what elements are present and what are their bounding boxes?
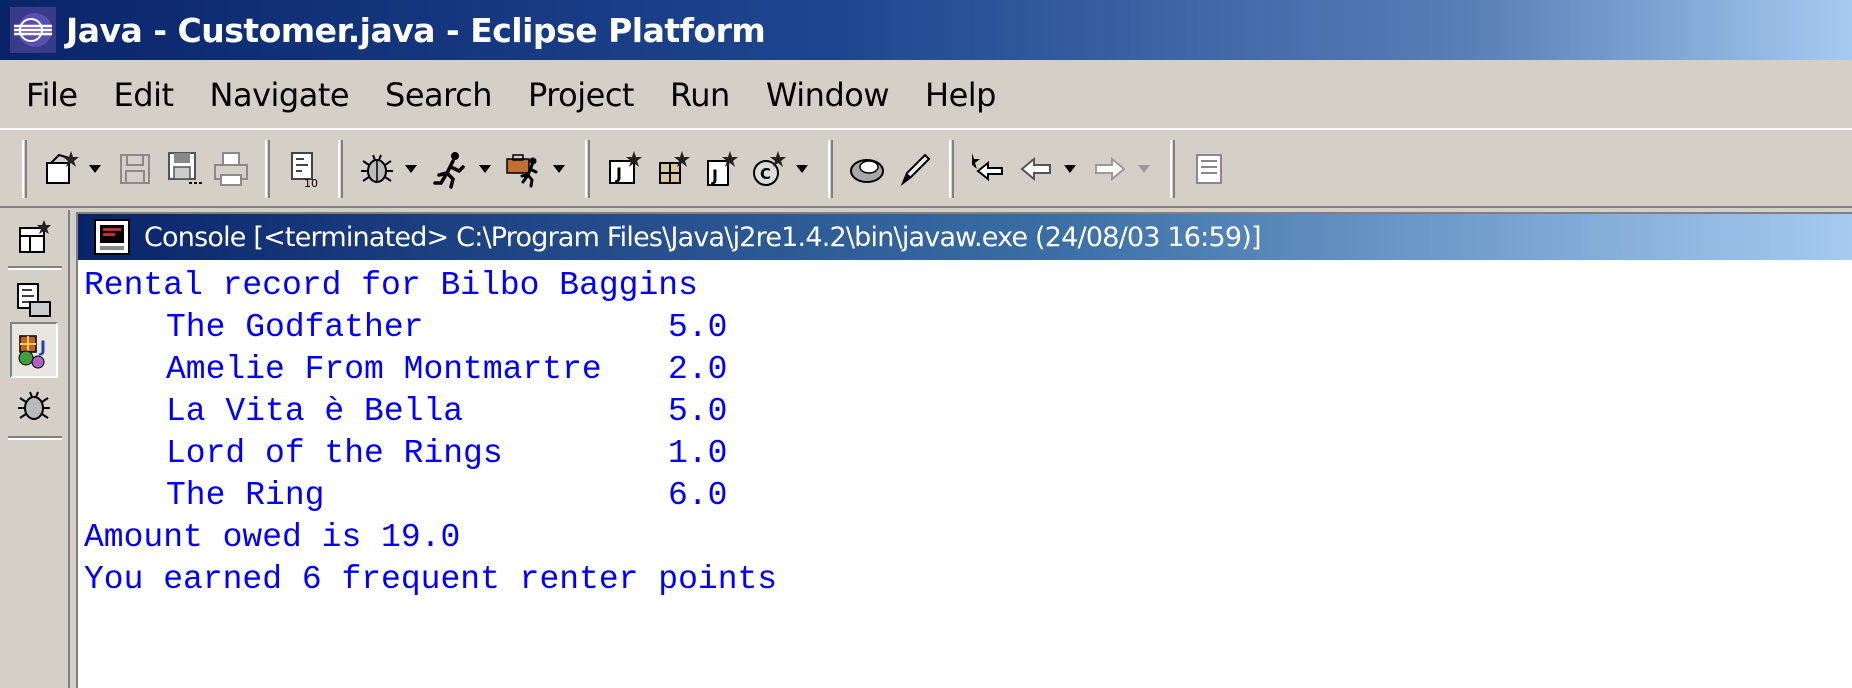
console-title: Console [<terminated> C:\Program Files\J…	[144, 221, 1262, 253]
svg-text:J: J	[39, 337, 46, 356]
perspective-bar: J	[0, 210, 70, 688]
new-package-icon[interactable]	[651, 146, 693, 192]
new-project-icon[interactable]: J	[603, 146, 645, 192]
rental-title: La Vita è Bella	[166, 393, 464, 430]
rental-title: The Ring	[166, 477, 325, 514]
new-class-dropdown-arrow[interactable]	[792, 146, 812, 192]
forward-icon[interactable]	[1089, 146, 1131, 192]
back-dropdown-arrow[interactable]	[1060, 146, 1080, 192]
toolbar-separator	[828, 140, 833, 198]
svg-text:J: J	[711, 166, 718, 185]
console-output[interactable]: Rental record for Bilbo Baggins The Godf…	[84, 260, 1852, 688]
toolbar-separator	[338, 140, 343, 198]
debug-perspective-icon[interactable]	[10, 380, 58, 432]
rental-title: Amelie From Montmartre	[166, 351, 602, 388]
forward-dropdown-arrow[interactable]	[1134, 146, 1154, 192]
save-icon[interactable]	[114, 146, 156, 192]
edit-pencil-icon[interactable]	[894, 146, 936, 192]
perspective-separator	[8, 266, 62, 270]
console-icon	[94, 219, 130, 255]
run-dropdown-arrow[interactable]	[475, 146, 495, 192]
rental-amount: 5.0	[668, 309, 728, 346]
search-icon[interactable]	[846, 146, 888, 192]
resource-perspective-icon[interactable]	[10, 274, 58, 326]
rental-amount: 2.0	[668, 351, 728, 388]
svg-text:J: J	[615, 164, 622, 183]
back-icon[interactable]	[1015, 146, 1057, 192]
external-tools-dropdown-arrow[interactable]	[549, 146, 569, 192]
main-toolbar: 10 J J C	[0, 132, 1852, 208]
debug-icon[interactable]	[356, 146, 398, 192]
new-interface-icon[interactable]: J	[699, 146, 741, 192]
rental-amount: 6.0	[668, 477, 728, 514]
menu-project[interactable]: Project	[510, 76, 652, 114]
toolbar-separator	[22, 140, 27, 198]
title-bar[interactable]: Java - Customer.java - Eclipse Platform	[0, 0, 1852, 60]
perspective-icon[interactable]	[1188, 146, 1230, 192]
open-type-icon[interactable]: 10	[283, 146, 325, 192]
console-line-amount-owed: Amount owed is 19.0	[84, 519, 461, 556]
menu-file[interactable]: File	[8, 76, 96, 114]
rental-amount: 5.0	[668, 393, 728, 430]
new-class-icon[interactable]: C	[747, 146, 789, 192]
console-line-renter-points: You earned 6 frequent renter points	[84, 561, 778, 598]
window-title: Java - Customer.java - Eclipse Platform	[66, 10, 766, 50]
toolbar-separator	[1170, 140, 1175, 198]
debug-dropdown-arrow[interactable]	[401, 146, 421, 192]
rental-amount: 1.0	[668, 435, 728, 472]
rental-title: The Godfather	[166, 309, 424, 346]
console-title-bar[interactable]: Console [<terminated> C:\Program Files\J…	[78, 214, 1852, 260]
menu-search[interactable]: Search	[367, 76, 510, 114]
new-wizard-icon[interactable]	[40, 146, 82, 192]
save-all-icon[interactable]	[162, 146, 204, 192]
menu-window[interactable]: Window	[748, 76, 907, 114]
new-dropdown-arrow[interactable]	[85, 146, 105, 192]
toolbar-separator	[585, 140, 590, 198]
svg-text:C: C	[760, 165, 771, 183]
run-icon[interactable]	[430, 146, 472, 192]
toolbar-separator	[265, 140, 270, 198]
open-perspective-icon[interactable]	[10, 212, 58, 264]
menu-navigate[interactable]: Navigate	[192, 76, 368, 114]
toolbar-separator	[949, 140, 954, 198]
menu-help[interactable]: Help	[907, 76, 1014, 114]
print-icon[interactable]	[210, 146, 252, 192]
eclipse-icon	[10, 7, 56, 53]
menu-run[interactable]: Run	[652, 76, 748, 114]
console-view: Console [<terminated> C:\Program Files\J…	[76, 212, 1852, 688]
svg-text:10: 10	[304, 177, 318, 189]
last-edit-icon[interactable]	[967, 146, 1009, 192]
rental-title: Lord of the Rings	[166, 435, 503, 472]
java-perspective-icon[interactable]: J	[10, 322, 58, 378]
perspective-separator	[8, 436, 62, 440]
menu-bar: File Edit Navigate Search Project Run Wi…	[0, 62, 1852, 130]
console-line-header: Rental record for Bilbo Baggins	[84, 267, 698, 304]
menu-edit[interactable]: Edit	[96, 76, 192, 114]
external-tools-icon[interactable]	[504, 146, 546, 192]
